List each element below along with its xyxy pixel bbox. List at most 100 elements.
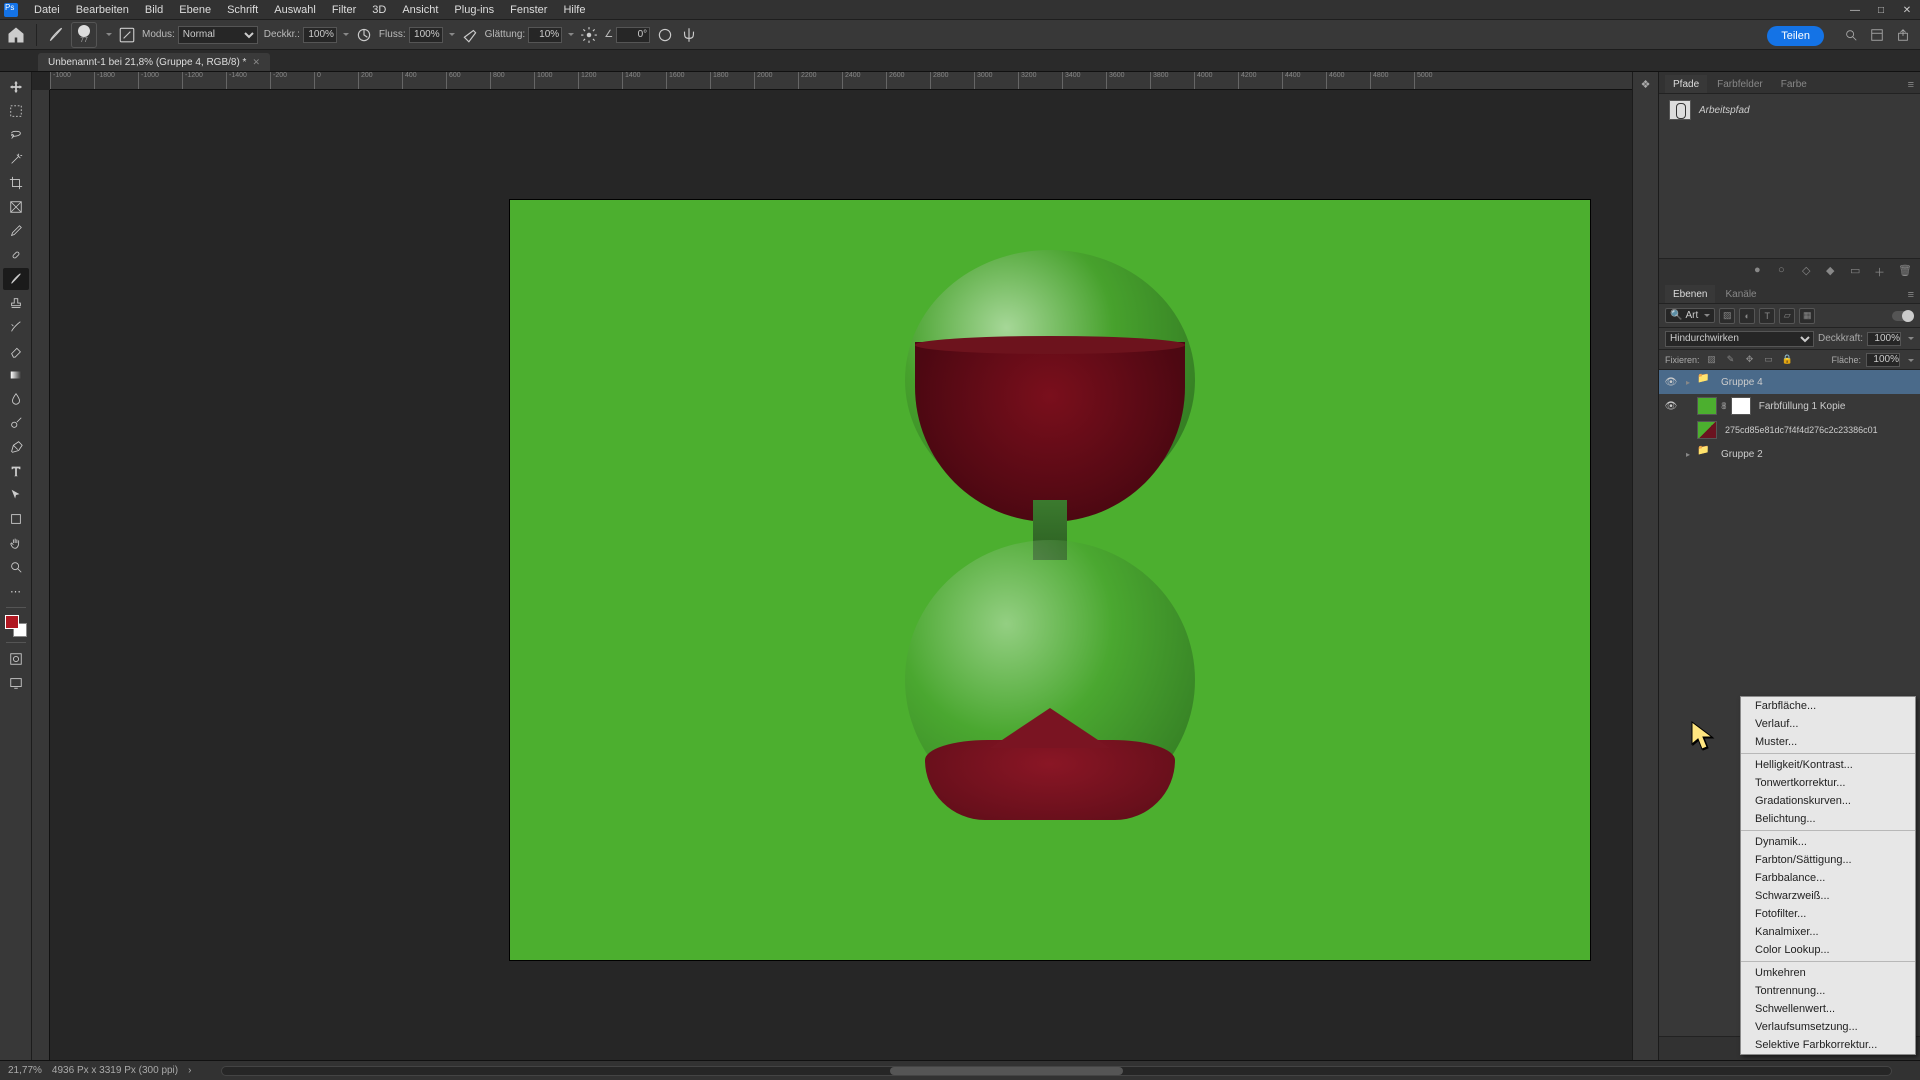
visibility-icon[interactable]: 👁 xyxy=(1663,377,1679,388)
layer-blendmode-select[interactable]: Hindurchwirken xyxy=(1665,331,1814,347)
history-panel-icon[interactable]: ❖ xyxy=(1641,78,1651,91)
close-tab-icon[interactable]: ✕ xyxy=(252,57,260,68)
menu-bild[interactable]: Bild xyxy=(137,1,171,19)
twirl-icon[interactable]: ▸ xyxy=(1683,378,1693,387)
brush-panel-toggle[interactable] xyxy=(118,26,136,44)
quickmask-tool[interactable] xyxy=(3,648,29,670)
pressure-size-icon[interactable] xyxy=(656,26,674,44)
layer-name[interactable]: Gruppe 2 xyxy=(1721,449,1763,460)
ctx-farbton[interactable]: Farbton/Sättigung... xyxy=(1741,851,1915,869)
ctx-schwellenwert[interactable]: Schwellenwert... xyxy=(1741,1000,1915,1018)
menu-datei[interactable]: Datei xyxy=(26,1,68,19)
stroke-path-icon[interactable]: ○ xyxy=(1778,264,1792,278)
layer-row[interactable]: 275cd85e81dc7f4f4d276c2c23386c01 xyxy=(1659,418,1920,442)
tab-kanaele[interactable]: Kanäle xyxy=(1717,285,1764,303)
layer-filter-kind[interactable]: 🔍Art xyxy=(1665,308,1715,323)
ctx-verlauf[interactable]: Verlauf... xyxy=(1741,715,1915,733)
zoom-tool[interactable] xyxy=(3,556,29,578)
visibility-icon[interactable]: 👁 xyxy=(1663,401,1679,412)
ctx-kanalmixer[interactable]: Kanalmixer... xyxy=(1741,923,1915,941)
lock-paint-icon[interactable]: ✎ xyxy=(1724,353,1738,367)
gradient-tool[interactable] xyxy=(3,364,29,386)
opacity-pressure-icon[interactable] xyxy=(355,26,373,44)
lock-pixels-icon[interactable]: ▨ xyxy=(1705,353,1719,367)
panel-menu-icon[interactable]: ≡ xyxy=(1902,77,1920,93)
dodge-tool[interactable] xyxy=(3,412,29,434)
type-tool[interactable] xyxy=(3,460,29,482)
document-tab[interactable]: Unbenannt-1 bei 21,8% (Gruppe 4, RGB/8) … xyxy=(38,53,270,71)
layer-opacity-input[interactable] xyxy=(1867,332,1901,346)
menu-schrift[interactable]: Schrift xyxy=(219,1,266,19)
ctx-farbflaeche[interactable]: Farbfläche... xyxy=(1741,697,1915,715)
smoothing-options-icon[interactable] xyxy=(580,26,598,44)
ctx-schwarzweiss[interactable]: Schwarzweiß... xyxy=(1741,887,1915,905)
stamp-tool[interactable] xyxy=(3,292,29,314)
brush-tool[interactable] xyxy=(3,268,29,290)
ctx-tonwert[interactable]: Tonwertkorrektur... xyxy=(1741,774,1915,792)
layer-row[interactable]: 👁 𝟠 Farbfüllung 1 Kopie xyxy=(1659,394,1920,418)
wand-tool[interactable] xyxy=(3,148,29,170)
menu-ansicht[interactable]: Ansicht xyxy=(394,1,446,19)
lock-artboard-icon[interactable]: ▭ xyxy=(1762,353,1776,367)
ctx-fotofilter[interactable]: Fotofilter... xyxy=(1741,905,1915,923)
layer-name[interactable]: Farbfüllung 1 Kopie xyxy=(1759,401,1846,412)
move-tool[interactable] xyxy=(3,76,29,98)
home-button[interactable] xyxy=(6,25,26,45)
brush-preset-picker[interactable]: 77 xyxy=(71,22,97,48)
eraser-tool[interactable] xyxy=(3,340,29,362)
angle-input[interactable] xyxy=(616,27,650,43)
color-swatches[interactable] xyxy=(5,615,27,637)
ctx-dynamik[interactable]: Dynamik... xyxy=(1741,833,1915,851)
ctx-verlaufsumsetzung[interactable]: Verlaufsumsetzung... xyxy=(1741,1018,1915,1036)
canvas-viewport[interactable] xyxy=(50,90,1632,1060)
filter-adjust-icon[interactable]: ◐ xyxy=(1739,308,1755,324)
menu-filter[interactable]: Filter xyxy=(324,1,364,19)
edit-toolbar[interactable]: ⋯ xyxy=(3,580,29,602)
tab-farbe[interactable]: Farbe xyxy=(1773,75,1815,93)
airbrush-icon[interactable] xyxy=(461,26,479,44)
window-close[interactable]: ✕ xyxy=(1894,0,1920,20)
marquee-tool[interactable] xyxy=(3,100,29,122)
tab-pfade[interactable]: Pfade xyxy=(1665,75,1707,93)
search-icon[interactable] xyxy=(1844,28,1858,45)
menu-bearbeiten[interactable]: Bearbeiten xyxy=(68,1,137,19)
layer-name[interactable]: 275cd85e81dc7f4f4d276c2c23386c01 xyxy=(1725,425,1878,435)
filter-smart-icon[interactable]: ▦ xyxy=(1799,308,1815,324)
heal-tool[interactable] xyxy=(3,244,29,266)
fill-path-icon[interactable]: ● xyxy=(1754,264,1768,278)
ctx-tontrennung[interactable]: Tontrennung... xyxy=(1741,982,1915,1000)
collapsed-dock[interactable]: ❖ xyxy=(1632,72,1658,1060)
pen-tool[interactable] xyxy=(3,436,29,458)
menu-fenster[interactable]: Fenster xyxy=(502,1,555,19)
layer-name[interactable]: Gruppe 4 xyxy=(1721,377,1763,388)
opacity-input[interactable] xyxy=(303,27,337,43)
crop-tool[interactable] xyxy=(3,172,29,194)
smoothing-input[interactable] xyxy=(528,27,562,43)
twirl-icon[interactable]: ▸ xyxy=(1683,450,1693,459)
horizontal-scrollbar[interactable] xyxy=(221,1066,1892,1076)
artboard[interactable] xyxy=(510,200,1590,960)
menu-3d[interactable]: 3D xyxy=(364,1,394,19)
hand-tool[interactable] xyxy=(3,532,29,554)
layer-row[interactable]: 👁 ▸ 📁 Gruppe 4 xyxy=(1659,370,1920,394)
selection-path-icon[interactable]: ◇ xyxy=(1802,264,1816,278)
shape-tool[interactable] xyxy=(3,508,29,530)
tab-ebenen[interactable]: Ebenen xyxy=(1665,285,1715,303)
filter-type-icon[interactable]: T xyxy=(1759,308,1775,324)
menu-plugins[interactable]: Plug-ins xyxy=(446,1,502,19)
blend-mode-select[interactable]: Normal xyxy=(178,26,258,44)
menu-auswahl[interactable]: Auswahl xyxy=(266,1,324,19)
ctx-farbbalance[interactable]: Farbbalance... xyxy=(1741,869,1915,887)
ctx-selektive[interactable]: Selektive Farbkorrektur... xyxy=(1741,1036,1915,1054)
menu-ebene[interactable]: Ebene xyxy=(171,1,219,19)
layers-panel-menu-icon[interactable]: ≡ xyxy=(1902,287,1920,303)
path-item[interactable]: Arbeitspfad xyxy=(1663,98,1916,122)
mask-path-icon[interactable]: ▭ xyxy=(1850,264,1864,278)
ctx-helligkeit[interactable]: Helligkeit/Kontrast... xyxy=(1741,756,1915,774)
window-minimize[interactable]: — xyxy=(1842,0,1868,20)
ctx-belichtung[interactable]: Belichtung... xyxy=(1741,810,1915,828)
menu-hilfe[interactable]: Hilfe xyxy=(555,1,593,19)
path-select-tool[interactable] xyxy=(3,484,29,506)
ctx-umkehren[interactable]: Umkehren xyxy=(1741,964,1915,982)
lasso-tool[interactable] xyxy=(3,124,29,146)
